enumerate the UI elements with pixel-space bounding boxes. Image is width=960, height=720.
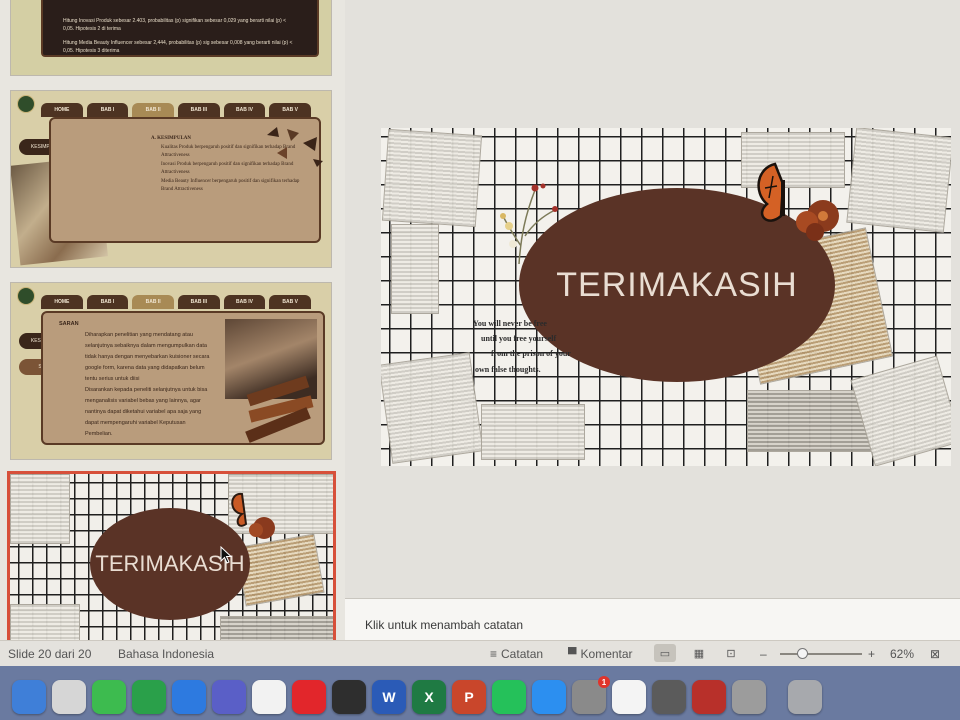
photos-icon[interactable]	[612, 680, 646, 714]
pen-tool-icon[interactable]	[332, 680, 366, 714]
result-line-1: Hitung Inovasi Produk sebesar 2.403, pro…	[63, 18, 287, 32]
tab-bar: HOME BAB I BAB II BAB III BAB IV BAB V	[41, 295, 312, 309]
quote-line-3: from the prison of your	[491, 349, 571, 359]
logo-seal-icon	[17, 287, 35, 305]
thank-you-title[interactable]: TERIMAKASIH	[556, 266, 797, 305]
excel-icon[interactable]: X	[412, 680, 446, 714]
whatsapp-icon[interactable]	[492, 680, 526, 714]
powerpoint-window: Hitung Inovasi Produk sebesar 2.403, pro…	[0, 0, 960, 720]
messages-icon[interactable]	[92, 680, 126, 714]
chrome-icon[interactable]	[252, 680, 286, 714]
zoom-out-button[interactable]: –	[760, 647, 767, 661]
comments-label: Komentar	[580, 647, 633, 661]
tab-bab-3: BAB III	[178, 295, 220, 309]
language-indicator[interactable]: Bahasa Indonesia	[118, 647, 214, 661]
saran-item-2: Disarankan kepada peneliti selanjutnya u…	[85, 387, 208, 437]
kesimpulan-item-3: Media Beauty Influencer berpengaruh posi…	[161, 178, 300, 193]
tab-bar: HOME BAB I BAB II BAB III BAB IV BAB V	[41, 103, 312, 117]
quote-line-2: until you free yourself	[481, 334, 557, 344]
normal-view-button[interactable]: ▭	[654, 644, 676, 662]
tab-bab-4: BAB IV	[223, 103, 266, 117]
quote-text[interactable]: You will never be free until you free yo…	[473, 316, 571, 377]
tab-bab-1: BAB I	[86, 295, 129, 309]
facetime-icon[interactable]	[132, 680, 166, 714]
butterfly-icon	[751, 158, 849, 255]
tab-bab-2: BAB II	[132, 103, 175, 117]
presenter-icon: ⊡	[726, 647, 736, 660]
launchpad-icon[interactable]	[52, 680, 86, 714]
result-card: Hitung Inovasi Produk sebesar 2.403, pro…	[41, 0, 319, 57]
result-line-2: Hitung Media Beauty Influencer sebesar 2…	[63, 40, 293, 54]
saran-item-1: Diharapkan penelitian yang mendatang ata…	[85, 332, 210, 382]
slide-sorter-button[interactable]: ▦	[688, 644, 710, 662]
current-slide[interactable]: TERIMAKASIH You will never be free until…	[381, 128, 951, 466]
zoom-level[interactable]: 62%	[890, 647, 914, 661]
preview-icon[interactable]	[652, 680, 686, 714]
app-store-icon[interactable]	[532, 680, 566, 714]
powerpoint-icon[interactable]: P	[452, 680, 486, 714]
slide-thumbnail-17[interactable]: Hitung Inovasi Produk sebesar 2.403, pro…	[10, 0, 332, 76]
safari-icon[interactable]	[172, 680, 206, 714]
slide-thumbnail-18[interactable]: HOME BAB I BAB II BAB III BAB IV BAB V K…	[10, 90, 332, 268]
newspaper-scrap-left	[391, 224, 439, 314]
film-strips-image	[243, 375, 319, 445]
tab-bab-5: BAB V	[269, 103, 312, 117]
utilities-icon[interactable]	[732, 680, 766, 714]
slide-editing-area[interactable]: TERIMAKASIH You will never be free until…	[345, 0, 960, 598]
newspaper-scrap-top-left	[381, 128, 483, 228]
slideshow-button[interactable]: ⊡	[720, 644, 742, 662]
newspaper-scrap-bottom	[481, 404, 585, 460]
newspaper-scrap	[10, 474, 70, 544]
trash-icon[interactable]	[788, 680, 822, 714]
zoom-slider-handle[interactable]	[797, 648, 809, 659]
notes-pane[interactable]: Klik untuk menambah catatan	[345, 598, 960, 640]
newspaper-scrap-bottom-right	[747, 390, 871, 452]
slide-thumbnail-20[interactable]: TERIMAKASIH	[7, 471, 336, 657]
butterflies-image	[257, 123, 327, 169]
opera-icon[interactable]	[292, 680, 326, 714]
notes-toggle-label: Catatan	[501, 647, 544, 661]
slide-thumbnail-19[interactable]: HOME BAB I BAB II BAB III BAB IV BAB V K…	[10, 282, 332, 460]
system-preferences-icon[interactable]: 1	[572, 676, 610, 714]
notes-placeholder[interactable]: Klik untuk menambah catatan	[365, 618, 523, 632]
newspaper-scrap-top-right	[846, 128, 951, 233]
butterfly-icon	[224, 490, 280, 547]
slide-counter: Slide 20 dari 20	[8, 647, 92, 661]
teams-icon[interactable]	[212, 680, 246, 714]
comment-icon: ▀	[568, 647, 577, 661]
notes-toggle-button[interactable]: ≡ Catatan	[490, 647, 543, 661]
fit-to-window-icon[interactable]: ⊠	[930, 647, 940, 661]
photo-booth-icon[interactable]	[692, 680, 726, 714]
notification-badge: 1	[598, 676, 610, 688]
slide-thumbnail-panel[interactable]: Hitung Inovasi Produk sebesar 2.403, pro…	[0, 0, 345, 665]
quote-line-1: You will never be free	[473, 319, 547, 328]
grid-view-icon: ▦	[693, 647, 705, 660]
tab-bab-3: BAB III	[178, 103, 220, 117]
finder-icon[interactable]	[12, 680, 46, 714]
tab-home: HOME	[41, 103, 83, 117]
tab-bab-5: BAB V	[269, 295, 312, 309]
zoom-slider[interactable]	[780, 648, 862, 659]
saran-heading: SARAN	[59, 321, 79, 327]
word-icon[interactable]: W	[372, 680, 406, 714]
tab-home: HOME	[41, 295, 83, 309]
normal-view-icon: ▭	[659, 647, 671, 660]
status-bar: Slide 20 dari 20 Bahasa Indonesia ≡ Cata…	[0, 640, 960, 666]
tab-bab-2: BAB II	[132, 295, 175, 309]
tab-bab-4: BAB IV	[223, 295, 266, 309]
zoom-in-button[interactable]: +	[868, 647, 875, 661]
mouse-pointer-icon	[220, 545, 233, 569]
macos-dock: WXP 1	[0, 666, 960, 720]
tab-bab-1: BAB I	[86, 103, 129, 117]
comments-button[interactable]: ▀ Komentar	[568, 647, 633, 661]
quote-line-4: own false thoughts.	[475, 364, 541, 374]
logo-seal-icon	[17, 95, 35, 113]
notes-icon: ≡	[490, 647, 498, 661]
newspaper-scrap-bottom-left	[381, 352, 484, 464]
